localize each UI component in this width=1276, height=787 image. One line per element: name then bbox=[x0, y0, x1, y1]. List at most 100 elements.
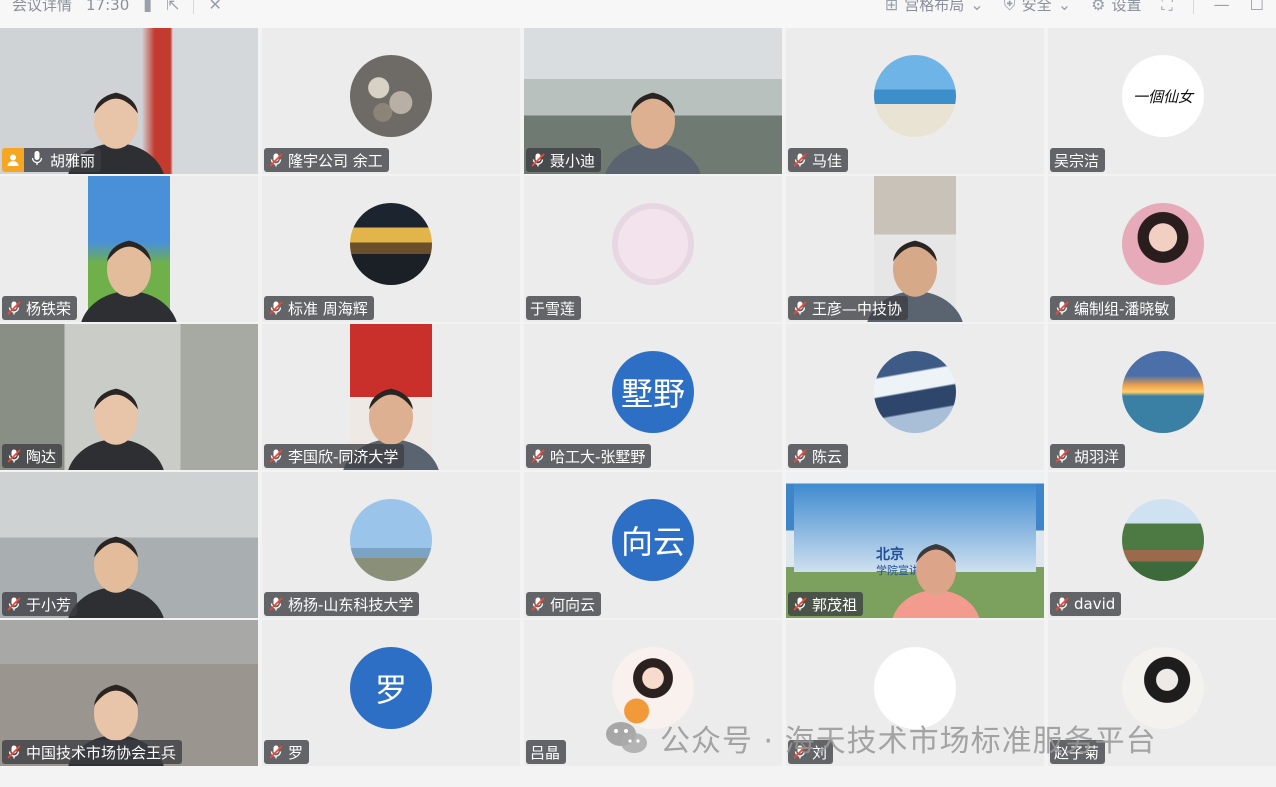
avatar bbox=[1122, 203, 1204, 285]
participant-tile[interactable]: 于小芳 bbox=[0, 472, 258, 618]
mic-muted-icon bbox=[792, 152, 808, 168]
minimize-icon[interactable]: — bbox=[1214, 0, 1230, 14]
participant-name-label: 标准 周海辉 bbox=[264, 296, 374, 320]
avatar: 罗 bbox=[350, 647, 432, 729]
layout-button[interactable]: ⊞ 宫格布局 ⌄ bbox=[885, 0, 984, 15]
participant-name-text: 马佳 bbox=[812, 151, 843, 170]
mic-muted-icon bbox=[6, 744, 22, 760]
participant-name-label: 马佳 bbox=[788, 148, 849, 172]
participant-tile[interactable]: 马佳 bbox=[786, 28, 1044, 174]
participant-name-label: 罗 bbox=[264, 740, 310, 764]
participant-tile[interactable]: 罗罗 bbox=[262, 620, 520, 766]
participant-tile[interactable]: 隆宇公司 余工 bbox=[262, 28, 520, 174]
mic-muted-icon bbox=[268, 152, 284, 168]
avatar: 墅野 bbox=[612, 351, 694, 433]
mic-muted-icon bbox=[268, 300, 284, 316]
participant-name-text: 胡羽洋 bbox=[1074, 447, 1120, 466]
settings-button[interactable]: ⚙ 设置 bbox=[1091, 0, 1141, 15]
participant-tile[interactable]: 北京 学院宣讲 郭茂祖 bbox=[786, 472, 1044, 618]
participant-name-text: 于雪莲 bbox=[530, 299, 576, 318]
avatar bbox=[874, 351, 956, 433]
participant-tile[interactable]: david bbox=[1048, 472, 1276, 618]
participant-tile[interactable]: 杨铁荣 bbox=[0, 176, 258, 322]
participant-tile[interactable]: 编制组-潘晓敏 bbox=[1048, 176, 1276, 322]
participant-name-label: 编制组-潘晓敏 bbox=[1050, 296, 1176, 320]
host-name-label: 胡雅丽 bbox=[2, 148, 102, 172]
participant-name-text: 吴宗洁 bbox=[1054, 151, 1100, 170]
participant-name-text: 聂小迪 bbox=[550, 151, 596, 170]
participant-name-text: 哈工大-张墅野 bbox=[550, 447, 646, 466]
participant-tile[interactable]: 向云 何向云 bbox=[524, 472, 782, 618]
grid-icon: ⊞ bbox=[884, 0, 899, 14]
participant-name-text: 隆宇公司 余工 bbox=[288, 151, 383, 170]
meeting-title: 会议详情 bbox=[12, 0, 73, 14]
participant-name-label: 于小芳 bbox=[2, 592, 78, 616]
wechat-icon bbox=[604, 718, 650, 758]
participant-name-text: 王彦—中技协 bbox=[812, 299, 903, 318]
maximize-icon[interactable]: ☐ bbox=[1250, 0, 1264, 14]
participant-tile[interactable]: 中国技术市场协会王兵 bbox=[0, 620, 258, 766]
participant-tile[interactable]: 陶达 bbox=[0, 324, 258, 470]
participant-name-text: 标准 周海辉 bbox=[288, 299, 368, 318]
watermark-text: 公众号 · 海天技术市场标准服务平台 bbox=[660, 724, 1157, 759]
participant-tile[interactable]: 王彦—中技协 bbox=[786, 176, 1044, 322]
mic-muted-icon bbox=[1054, 448, 1070, 464]
avatar: 一個仙女 bbox=[1122, 55, 1204, 137]
mic-muted-icon bbox=[792, 300, 808, 316]
gear-icon: ⚙ bbox=[1091, 0, 1106, 14]
layout-label: 宫格布局 bbox=[904, 0, 965, 14]
video-feed bbox=[81, 176, 177, 322]
participant-tile[interactable]: 胡雅丽 bbox=[0, 28, 258, 174]
meeting-info-button[interactable]: 会议详情 bbox=[12, 0, 72, 15]
participant-name-label: david bbox=[1050, 592, 1122, 616]
participant-tile[interactable]: 聂小迪 bbox=[524, 28, 782, 174]
participant-name-text: 郭茂祖 bbox=[812, 595, 858, 614]
mic-muted-icon bbox=[792, 448, 808, 464]
participant-name-text: david bbox=[1074, 595, 1116, 613]
avatar-text: 一個仙女 bbox=[1132, 87, 1193, 106]
participant-name-label: 隆宇公司 余工 bbox=[264, 148, 389, 172]
participant-name-label: 吕晶 bbox=[526, 740, 567, 764]
avatar bbox=[612, 203, 694, 285]
mic-muted-icon bbox=[268, 448, 284, 464]
participant-name-label: 聂小迪 bbox=[526, 148, 602, 172]
participant-tile[interactable]: 墅野哈工大-张墅野 bbox=[524, 324, 782, 470]
participant-tile[interactable]: 于雪莲 bbox=[524, 176, 782, 322]
chevron-down-icon: ⌄ bbox=[970, 0, 984, 14]
participant-name-label: 何向云 bbox=[526, 592, 602, 616]
participant-name-text: 李国欣-同济大学 bbox=[288, 447, 399, 466]
participant-name-label: 胡羽洋 bbox=[1050, 444, 1126, 468]
security-button[interactable]: ⛨ 安全 ⌄ bbox=[1004, 0, 1071, 15]
mic-muted-icon bbox=[268, 744, 284, 760]
watermark: 公众号 · 海天技术市场标准服务平台 bbox=[604, 716, 1157, 760]
share-out-icon[interactable]: ⇱ bbox=[166, 0, 179, 14]
participant-grid: 胡雅丽 隆宇公司 余工 聂小迪 马佳 一個仙女吴宗洁杨铁荣 标准 周海辉 于雪莲 王彦—中技协… bbox=[0, 28, 1276, 768]
participant-tile[interactable]: 胡羽洋 bbox=[1048, 324, 1276, 470]
settings-label: 设置 bbox=[1111, 0, 1142, 14]
mic-muted-icon bbox=[268, 596, 284, 612]
mic-muted-icon bbox=[1054, 300, 1070, 316]
participant-name-label: 王彦—中技协 bbox=[788, 296, 909, 320]
divider bbox=[193, 0, 195, 14]
avatar bbox=[1122, 499, 1204, 581]
participant-tile[interactable]: 李国欣-同济大学 bbox=[262, 324, 520, 470]
participant-name-label: 于雪莲 bbox=[526, 296, 582, 320]
participant-name: 胡雅丽 bbox=[24, 148, 102, 172]
mic-muted-icon bbox=[792, 596, 808, 612]
mute-speaker-icon[interactable]: ✕ bbox=[208, 0, 221, 14]
participant-name-label: 郭茂祖 bbox=[788, 592, 864, 616]
bottom-bar bbox=[0, 768, 1276, 787]
participant-name-text: 吕晶 bbox=[530, 743, 561, 762]
participant-name-text: 编制组-潘晓敏 bbox=[1074, 299, 1170, 318]
participant-tile[interactable]: 标准 周海辉 bbox=[262, 176, 520, 322]
participant-name-text: 杨扬-山东科技大学 bbox=[288, 595, 414, 614]
mic-muted-icon bbox=[6, 300, 22, 316]
participant-name-text: 陈云 bbox=[812, 447, 843, 466]
participant-tile[interactable]: 陈云 bbox=[786, 324, 1044, 470]
participant-name-label: 哈工大-张墅野 bbox=[526, 444, 652, 468]
mic-muted-icon bbox=[530, 596, 546, 612]
participant-name-text: 罗 bbox=[288, 743, 304, 762]
fullscreen-icon[interactable]: ⛶ bbox=[1161, 0, 1172, 15]
participant-tile[interactable]: 杨扬-山东科技大学 bbox=[262, 472, 520, 618]
participant-tile[interactable]: 一個仙女吴宗洁 bbox=[1048, 28, 1276, 174]
